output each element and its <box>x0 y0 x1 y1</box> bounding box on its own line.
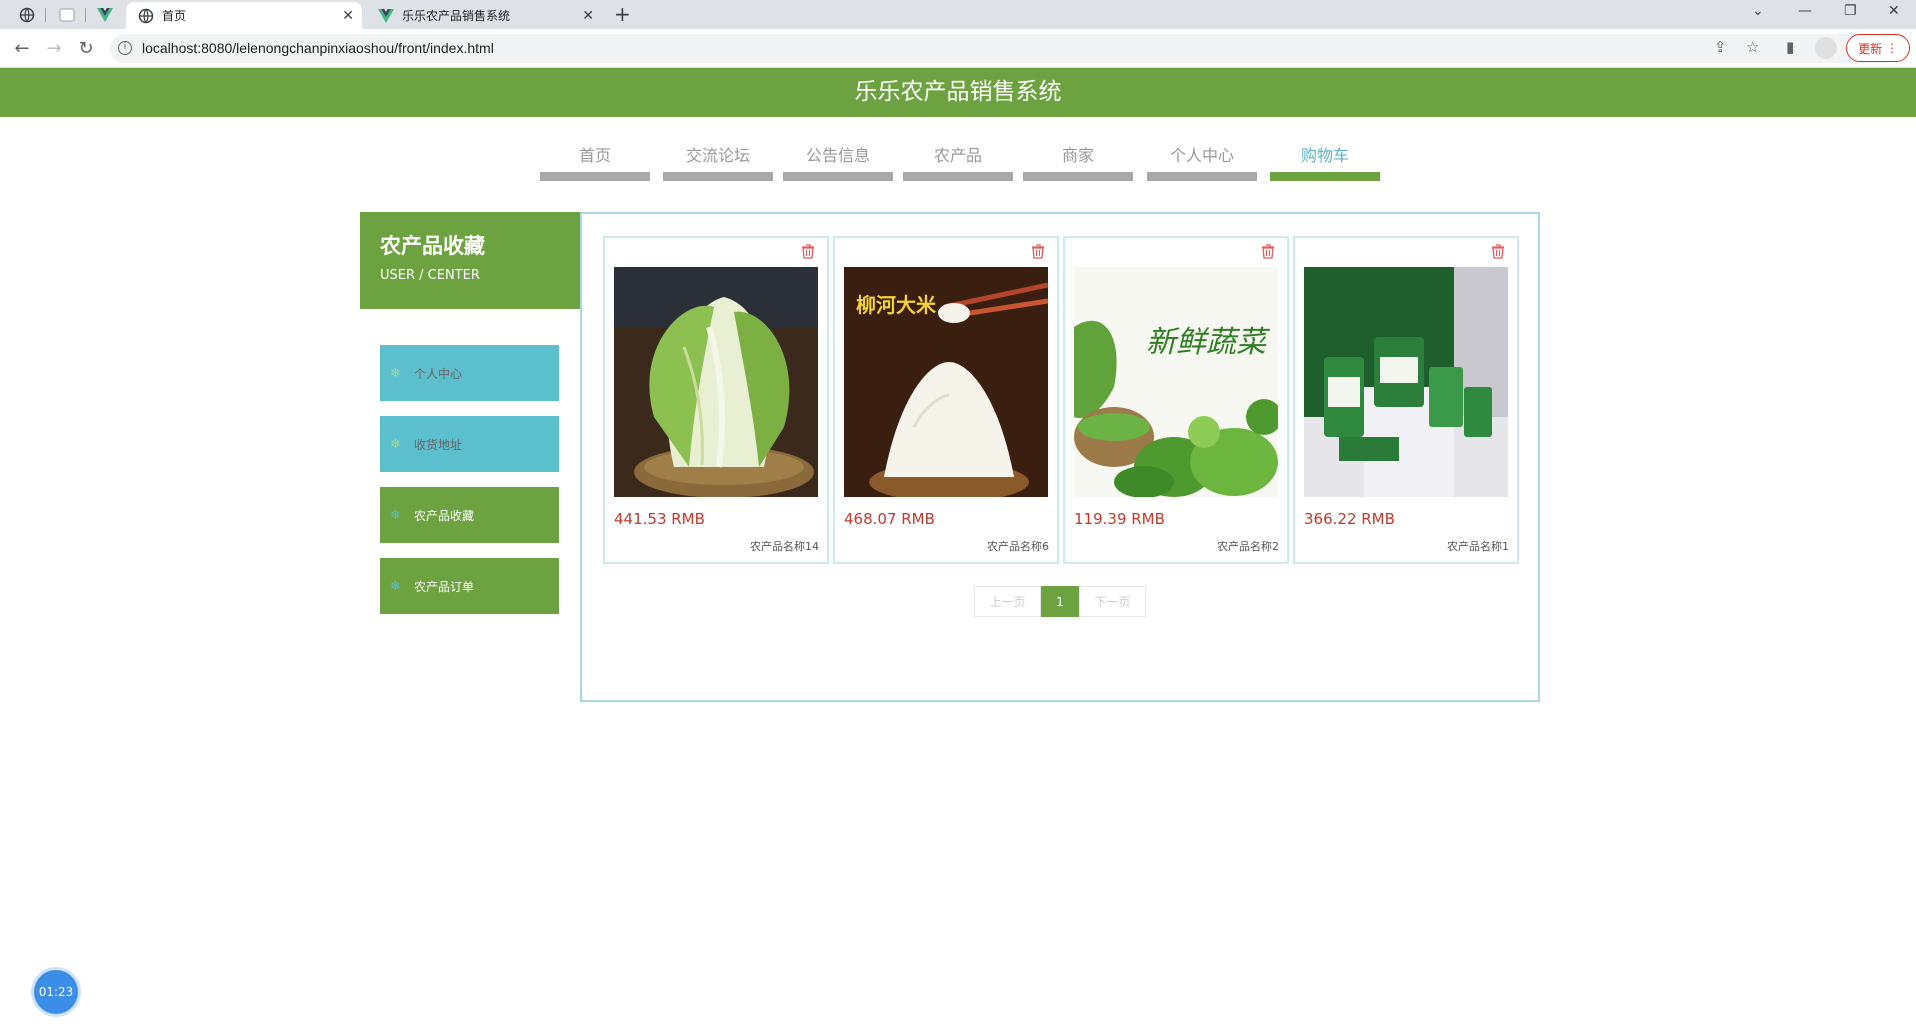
snowflake-icon: ❄ <box>390 507 401 523</box>
vue-logo-icon <box>378 8 394 23</box>
nav-item-merchants[interactable]: 商家 <box>1023 136 1133 181</box>
nav-item-home[interactable]: 首页 <box>540 136 650 181</box>
product-name: 农产品名称1 <box>1447 540 1509 553</box>
share-icon[interactable]: ⇪ <box>1714 38 1727 56</box>
info-icon[interactable]: i <box>118 41 132 55</box>
side-panel-icon[interactable]: ▮ <box>1786 38 1794 56</box>
tab-system[interactable]: 乐乐农产品销售系统 ✕ <box>366 2 602 29</box>
rice-brand-text: 柳河大米 <box>856 293 937 317</box>
product-name: 农产品名称14 <box>750 540 819 553</box>
next-page-button[interactable]: 下一页 <box>1079 586 1146 617</box>
trash-icon[interactable] <box>1031 244 1045 263</box>
sidebar-item-orders[interactable]: ❄ 农产品订单 <box>380 558 559 614</box>
nav-item-label: 农产品 <box>933 146 982 165</box>
snowflake-icon: ❄ <box>390 578 401 594</box>
tab-title: 首页 <box>162 9 187 23</box>
pagination: 上一页 1 下一页 <box>974 586 1146 617</box>
product-image[interactable]: 新鲜蔬菜 <box>1074 267 1278 497</box>
nav-item-user-center[interactable]: 个人中心 <box>1147 136 1257 181</box>
bookmark-star-icon[interactable]: ☆ <box>1746 38 1759 56</box>
product-card[interactable]: 新鲜蔬菜 119.39 RMB 农产品名称2 <box>1063 236 1289 564</box>
pinned-tab-blank[interactable] <box>48 0 86 29</box>
trash-icon[interactable] <box>1491 244 1505 263</box>
chevron-down-icon[interactable]: ⌄ <box>1752 3 1764 19</box>
url-text[interactable]: localhost:8080/lelenongchanpinxiaoshou/f… <box>142 40 494 56</box>
product-price: 119.39 RMB <box>1074 510 1165 528</box>
fresh-veg-text: 新鲜蔬菜 <box>1146 325 1271 360</box>
timer-text: 01:23 <box>38 985 74 999</box>
pinned-tab-vue[interactable] <box>86 0 124 29</box>
nav-item-notices[interactable]: 公告信息 <box>783 136 893 181</box>
nav-item-label: 个人中心 <box>1169 146 1234 165</box>
pinned-tab-globe[interactable] <box>8 0 46 29</box>
product-price: 441.53 RMB <box>614 510 705 528</box>
product-card[interactable]: 柳河大米 468.07 RMB 农产品名称6 <box>833 236 1059 564</box>
sidebar-title: 农产品收藏 <box>380 234 485 258</box>
fresh-vegetables-photo: 新鲜蔬菜 <box>1074 267 1278 497</box>
nav-item-products[interactable]: 农产品 <box>903 136 1013 181</box>
nav-item-forum[interactable]: 交流论坛 <box>663 136 773 181</box>
address-bar[interactable]: i localhost:8080/lelenongchanpinxiaoshou… <box>110 34 1900 63</box>
prev-page-button[interactable]: 上一页 <box>974 586 1041 617</box>
new-tab-icon[interactable]: + <box>614 2 631 26</box>
nav-item-label: 商家 <box>1061 146 1094 165</box>
rice-bowl-photo: 柳河大米 <box>844 267 1048 497</box>
recording-timer[interactable]: 01:23 <box>34 970 78 1014</box>
sidebar-item-label: 农产品订单 <box>414 579 475 594</box>
nav-item-label: 首页 <box>578 146 611 165</box>
globe-icon <box>19 7 35 22</box>
forward-icon[interactable]: → <box>42 36 66 60</box>
sidebar-subtitle: USER / CENTER <box>380 268 480 283</box>
close-window-icon[interactable]: ✕ <box>1888 3 1900 19</box>
close-icon[interactable]: ✕ <box>582 8 594 24</box>
sidebar-item-label: 个人中心 <box>414 366 463 381</box>
vue-logo-icon <box>97 7 113 22</box>
page-icon <box>59 8 75 21</box>
product-price: 366.22 RMB <box>1304 510 1395 528</box>
reload-icon[interactable]: ↻ <box>74 36 98 60</box>
snowflake-icon: ❄ <box>390 436 401 452</box>
green-packaging-photo <box>1304 267 1508 497</box>
trash-icon[interactable] <box>801 244 815 263</box>
tab-title: 乐乐农产品销售系统 <box>402 9 511 23</box>
site-header: 乐乐农产品销售系统 <box>0 68 1916 117</box>
chinese-cabbage-photo <box>614 267 818 497</box>
update-button[interactable]: 更新 ⋮ <box>1846 34 1910 62</box>
product-image[interactable]: 柳河大米 <box>844 267 1048 497</box>
back-icon[interactable]: ← <box>10 36 34 60</box>
product-name: 农产品名称2 <box>1217 540 1279 553</box>
restore-icon[interactable]: ❐ <box>1844 3 1857 19</box>
sidebar-item-address[interactable]: ❄ 收货地址 <box>380 416 559 472</box>
globe-icon <box>138 8 154 23</box>
nav-item-label: 交流论坛 <box>685 146 750 165</box>
snowflake-icon: ❄ <box>390 365 401 381</box>
sidebar-item-favorites[interactable]: ❄ 农产品收藏 <box>380 487 559 543</box>
sidebar-header: 农产品收藏 USER / CENTER <box>360 212 580 309</box>
product-card[interactable]: 441.53 RMB 农产品名称14 <box>603 236 829 564</box>
sidebar-item-label: 收货地址 <box>414 437 463 452</box>
product-image[interactable] <box>614 267 818 497</box>
minimize-icon[interactable]: — <box>1798 3 1812 19</box>
sidebar-item-user-center[interactable]: ❄ 个人中心 <box>380 345 559 401</box>
close-icon[interactable]: ✕ <box>342 8 354 24</box>
nav-item-label: 公告信息 <box>805 146 870 165</box>
page-number-button[interactable]: 1 <box>1041 586 1079 617</box>
sidebar-item-label: 农产品收藏 <box>414 508 475 523</box>
product-card[interactable]: 366.22 RMB 农产品名称1 <box>1293 236 1519 564</box>
nav-item-label: 购物车 <box>1300 146 1349 165</box>
site-title: 乐乐农产品销售系统 <box>854 79 1062 105</box>
browser-tab-strip: 首页 ✕ 乐乐农产品销售系统 ✕ + ⌄ — ❐ ✕ <box>0 0 1916 29</box>
product-image[interactable] <box>1304 267 1508 497</box>
trash-icon[interactable] <box>1261 244 1275 263</box>
update-label: 更新 <box>1858 41 1883 56</box>
profile-avatar[interactable] <box>1815 37 1837 59</box>
product-price: 468.07 RMB <box>844 510 935 528</box>
nav-item-cart[interactable]: 购物车 <box>1270 136 1380 181</box>
product-name: 农产品名称6 <box>987 540 1049 553</box>
tab-home[interactable]: 首页 ✕ <box>126 2 362 29</box>
browser-toolbar: ← → ↻ i localhost:8080/lelenongchanpinxi… <box>0 29 1916 68</box>
favorites-panel: 441.53 RMB 农产品名称14 柳河大米 468.07 RMB 农产品名称… <box>580 212 1540 702</box>
